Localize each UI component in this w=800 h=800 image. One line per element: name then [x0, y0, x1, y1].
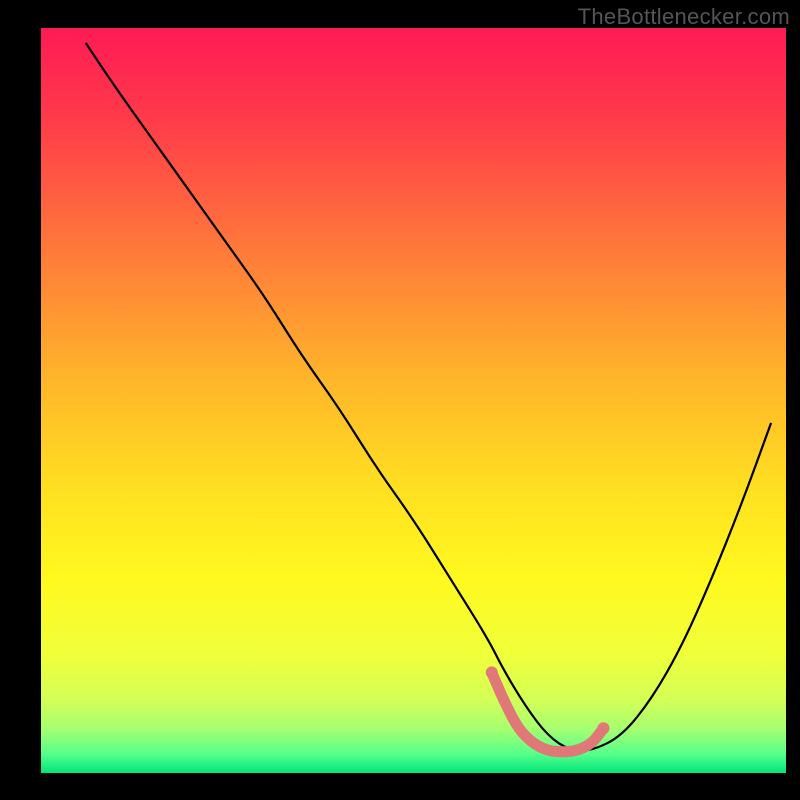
highlight-dot: [486, 666, 498, 678]
chart-container: { "attribution": "TheBottlenecker.com", …: [0, 0, 800, 800]
attribution-text: TheBottlenecker.com: [578, 4, 790, 30]
bottleneck-chart: [0, 0, 800, 800]
highlight-dot: [597, 722, 609, 734]
